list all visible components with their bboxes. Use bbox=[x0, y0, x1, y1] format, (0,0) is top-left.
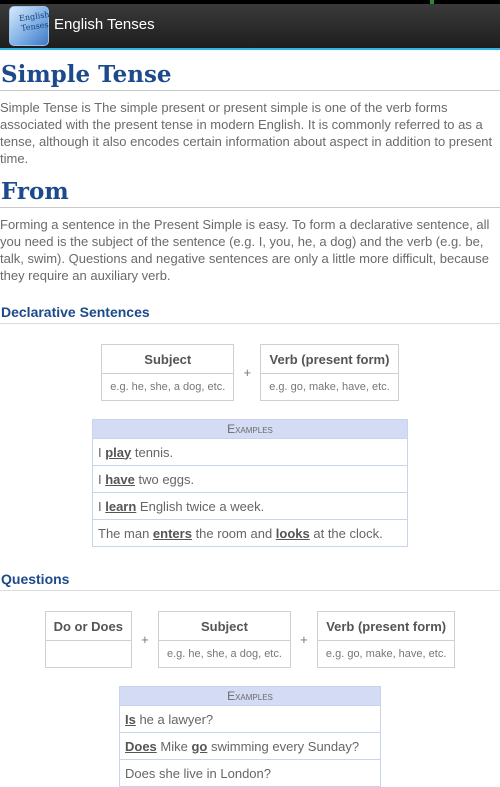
example-row: Is he a lawyer? bbox=[119, 705, 381, 733]
app-title: English Tenses bbox=[54, 16, 155, 33]
verb-header: Verb (present form) bbox=[260, 344, 399, 374]
subject-example: e.g. he, she, a dog, etc. bbox=[157, 640, 291, 668]
verb-link[interactable]: enters bbox=[153, 526, 192, 541]
questions-form-table: Do or Does + Subject + Verb (present for… bbox=[44, 611, 456, 668]
verb-link[interactable]: have bbox=[105, 472, 135, 487]
example-row: I learn English twice a week. bbox=[92, 492, 408, 520]
plus-sign: + bbox=[289, 611, 318, 668]
section-heading-from: From bbox=[0, 177, 500, 208]
questions-examples-table: Examples Is he a lawyer? Does Mike go sw… bbox=[119, 686, 381, 787]
action-bar: English Tenses English Tenses bbox=[0, 4, 500, 50]
content-scroll[interactable]: Simple Tense Simple Tense is The simple … bbox=[0, 50, 500, 787]
verb-example: e.g. go, make, have, etc. bbox=[260, 373, 399, 401]
verb-link[interactable]: go bbox=[191, 739, 207, 754]
declarative-examples-table: Examples I play tennis. I have two eggs.… bbox=[92, 419, 408, 547]
simple-tense-description: Simple Tense is The simple present or pr… bbox=[0, 100, 493, 166]
aux-example-empty bbox=[44, 640, 132, 668]
verb-link[interactable]: play bbox=[105, 445, 131, 460]
section-heading-simple-tense: Simple Tense bbox=[0, 60, 500, 91]
examples-header: Examples bbox=[92, 419, 408, 439]
declarative-form-table: Subject + Verb (present form) e.g. he, s… bbox=[101, 344, 399, 401]
verb-link[interactable]: looks bbox=[276, 526, 310, 541]
declarative-heading: Declarative Sentences bbox=[0, 304, 500, 324]
verb-link[interactable]: Is bbox=[125, 712, 136, 727]
subject-example: e.g. he, she, a dog, etc. bbox=[101, 373, 235, 401]
example-row: I have two eggs. bbox=[92, 465, 408, 493]
english-tenses-app-icon[interactable]: English Tenses bbox=[9, 6, 50, 46]
aux-header: Do or Does bbox=[44, 611, 132, 641]
example-row: I play tennis. bbox=[92, 438, 408, 466]
example-row: Does Mike go swimming every Sunday? bbox=[119, 732, 381, 760]
verb-link[interactable]: learn bbox=[105, 499, 136, 514]
verb-example: e.g. go, make, have, etc. bbox=[316, 640, 456, 668]
subject-header: Subject bbox=[157, 611, 291, 641]
from-description: Forming a sentence in the Present Simple… bbox=[0, 217, 490, 283]
questions-heading: Questions bbox=[0, 571, 500, 591]
subject-header: Subject bbox=[101, 344, 235, 374]
example-row: Does she live in London? bbox=[119, 759, 381, 787]
plus-sign: + bbox=[130, 611, 159, 668]
verb-header: Verb (present form) bbox=[316, 611, 456, 641]
examples-header: Examples bbox=[119, 686, 381, 706]
plus-sign: + bbox=[233, 344, 262, 401]
verb-link[interactable]: Does bbox=[125, 739, 157, 754]
example-row: The man enters the room and looks at the… bbox=[92, 519, 408, 547]
